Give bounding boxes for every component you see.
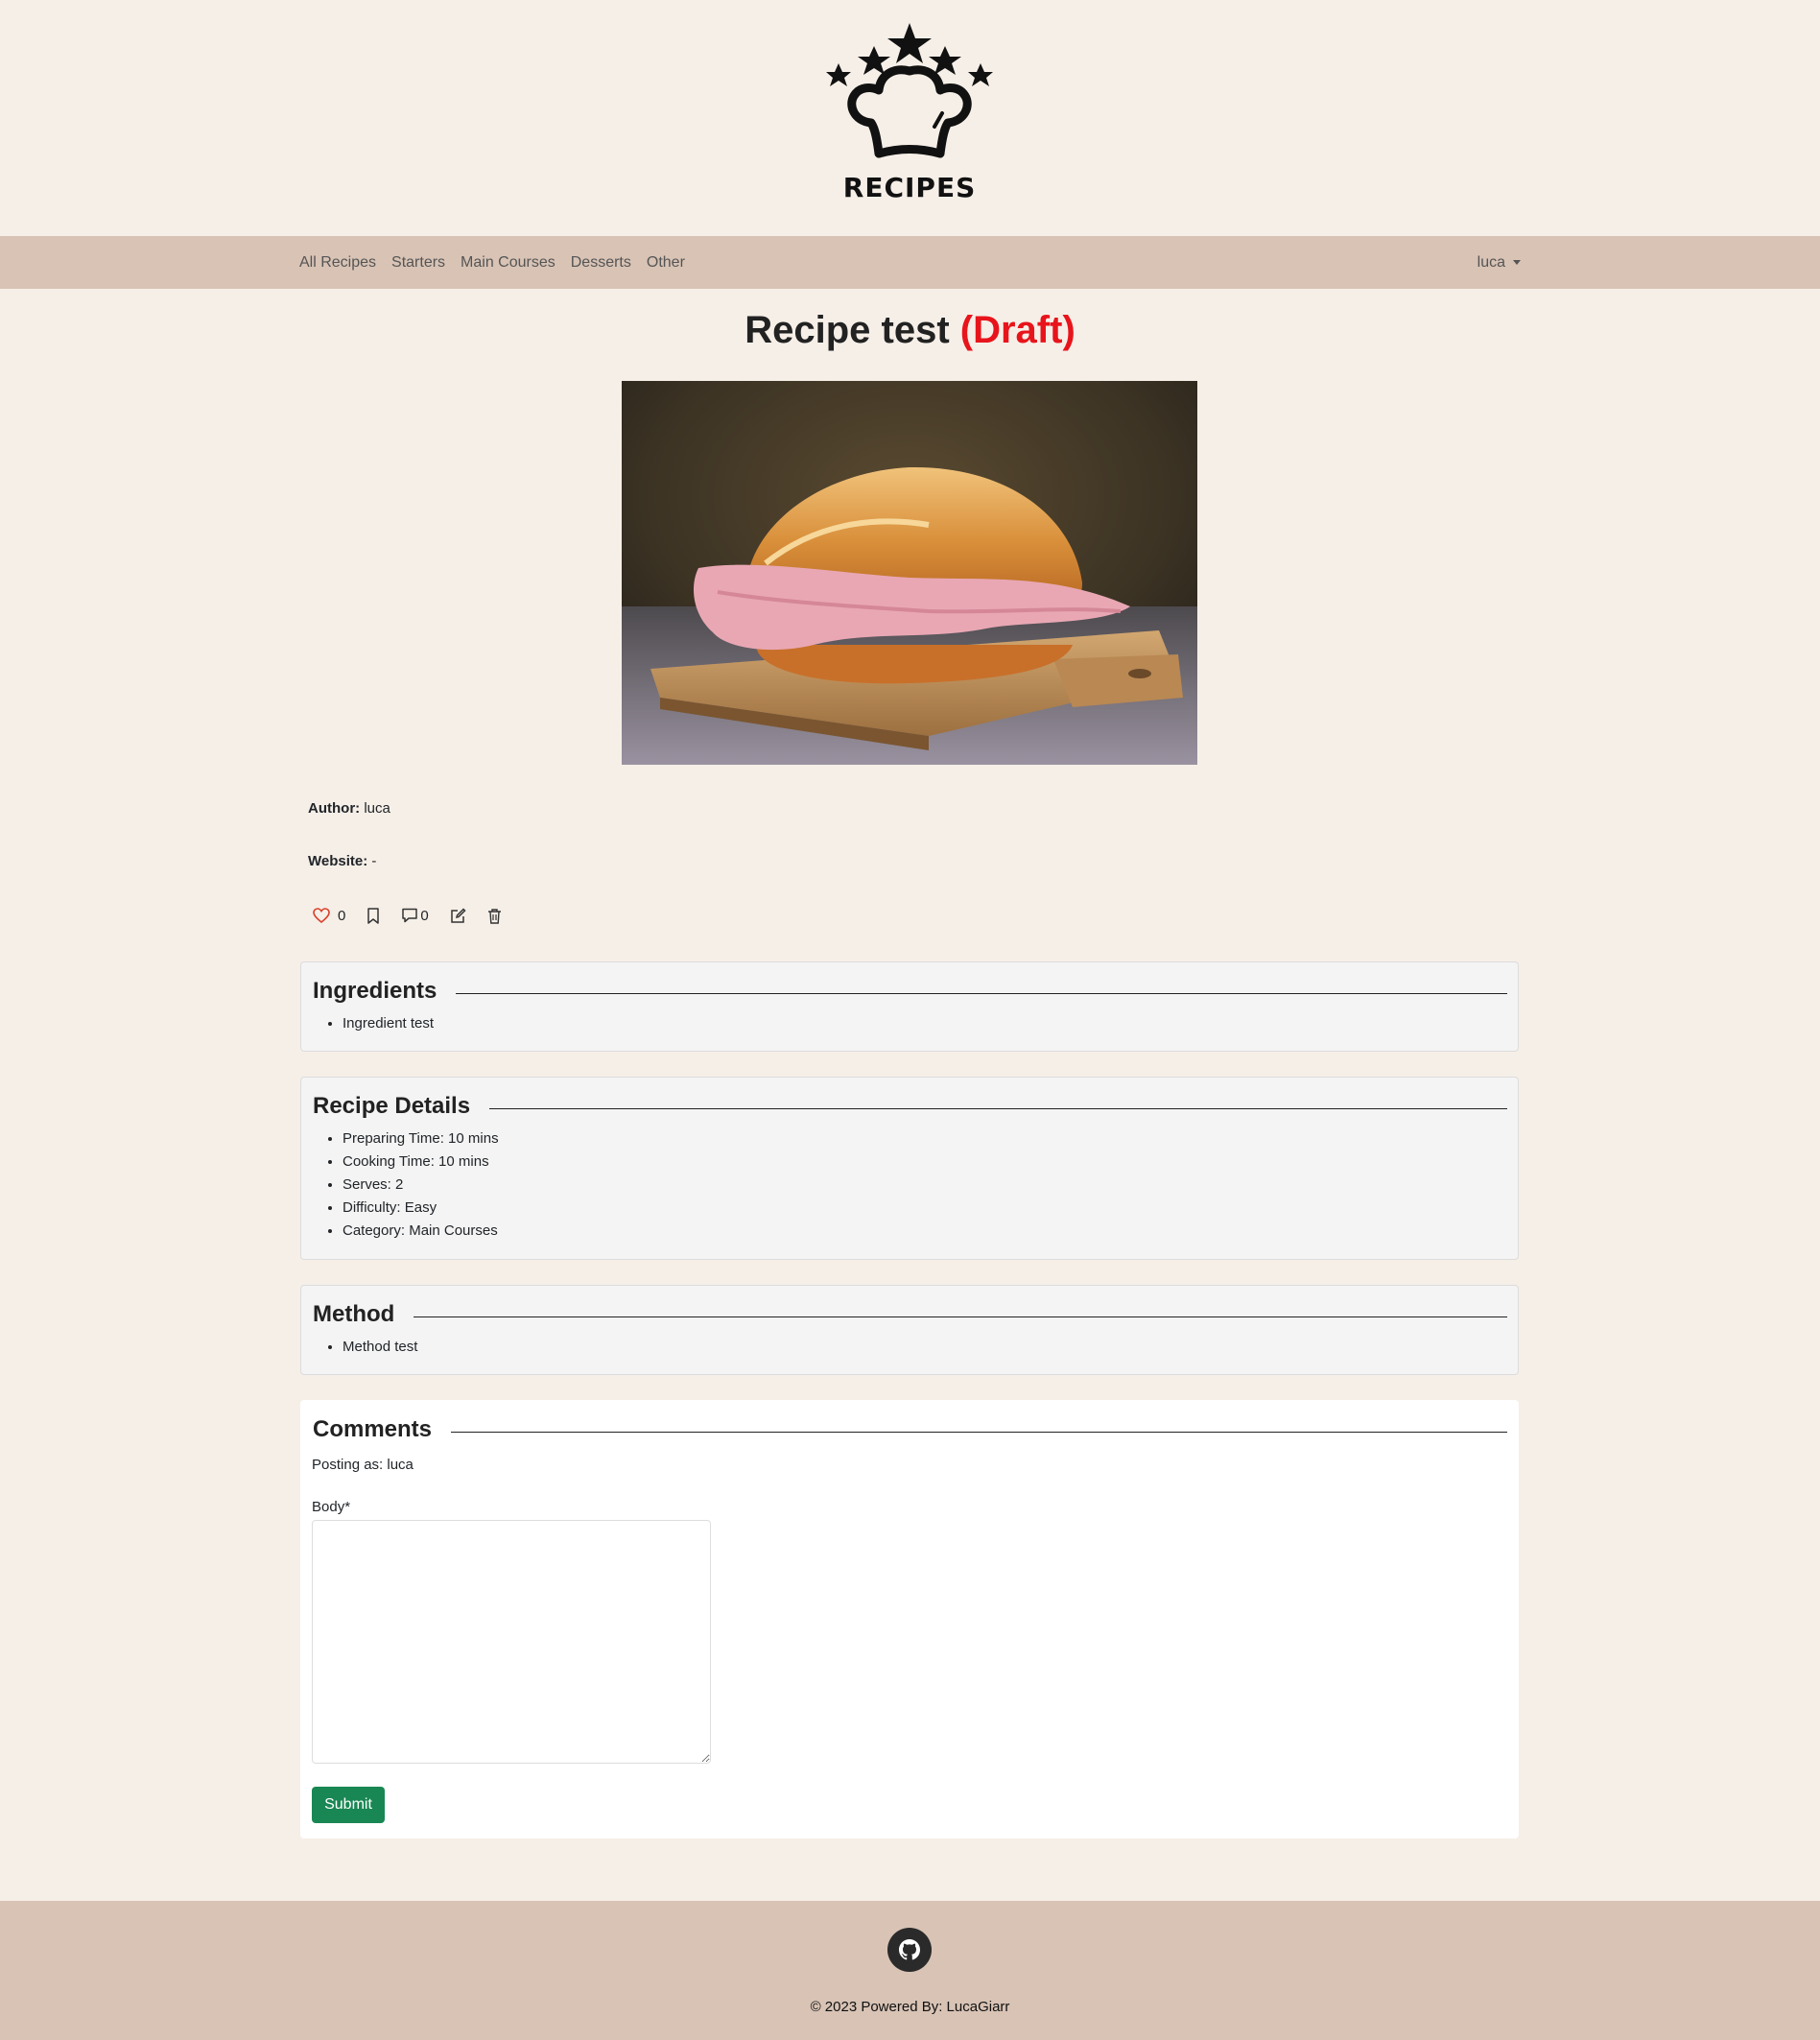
recipe-image	[622, 381, 1197, 765]
bookmark-icon	[367, 907, 380, 924]
comments-card: Comments Posting as: luca Body* Submit	[300, 1400, 1519, 1838]
nav-main-courses[interactable]: Main Courses	[461, 254, 555, 272]
comment-body-input[interactable]	[312, 1520, 711, 1764]
author-label: Author:	[308, 800, 361, 817]
author-line: Author: luca	[308, 800, 390, 817]
website-label: Website:	[308, 853, 368, 869]
method-card: Method Method test	[300, 1285, 1519, 1375]
like-count: 0	[338, 907, 346, 924]
ingredients-header: Ingredients	[313, 978, 1507, 1005]
details-card: Recipe Details Preparing Time: 10 mins C…	[300, 1077, 1519, 1260]
nav-links: All Recipes Starters Main Courses Desser…	[299, 236, 700, 289]
body-label: Body*	[312, 1499, 351, 1515]
ingredients-card: Ingredients Ingredient test	[300, 961, 1519, 1052]
method-list: Method test	[343, 1336, 417, 1359]
bookmark-button[interactable]	[366, 907, 380, 924]
caret-down-icon	[1513, 260, 1521, 265]
comments-heading: Comments	[313, 1416, 433, 1442]
logo-text: RECIPES	[842, 172, 977, 203]
github-icon	[899, 1939, 920, 1960]
nav-all-recipes[interactable]: All Recipes	[299, 254, 376, 272]
trash-icon	[487, 908, 501, 924]
comment-icon	[402, 908, 418, 923]
comment-count: 0	[420, 907, 429, 924]
ingredients-heading: Ingredients	[313, 978, 437, 1004]
footer: © 2023 Powered By: LucaGiarr	[0, 1901, 1820, 2040]
divider	[451, 1431, 1507, 1433]
nav-starters[interactable]: Starters	[391, 254, 445, 272]
recipe-actions: 0 0	[313, 904, 523, 927]
posting-as: Posting as: luca	[312, 1457, 414, 1473]
copyright: © 2023 Powered By: LucaGiarr	[810, 1999, 1010, 2015]
nav-desserts[interactable]: Desserts	[571, 254, 631, 272]
github-link[interactable]	[887, 1928, 932, 1972]
heart-icon	[313, 908, 330, 923]
header: RECIPES	[0, 0, 1820, 236]
user-dropdown[interactable]: luca	[1477, 236, 1521, 289]
author-value: luca	[364, 800, 390, 817]
recipe-title: Recipe test	[745, 309, 950, 351]
chef-hat-logo-icon	[826, 23, 993, 158]
comments-button[interactable]: 0	[401, 907, 429, 924]
details-heading: Recipe Details	[313, 1093, 471, 1119]
method-heading: Method	[313, 1301, 395, 1327]
edit-button[interactable]	[450, 907, 466, 924]
comments-header: Comments	[313, 1416, 1507, 1443]
edit-icon	[450, 907, 466, 923]
nav-other[interactable]: Other	[647, 254, 685, 272]
list-item: Preparing Time: 10 mins	[343, 1127, 499, 1150]
user-name: luca	[1477, 253, 1505, 271]
details-list: Preparing Time: 10 mins Cooking Time: 10…	[343, 1127, 499, 1243]
list-item: Difficulty: Easy	[343, 1197, 499, 1220]
website-value: -	[371, 853, 377, 869]
list-item: Ingredient test	[343, 1012, 434, 1035]
list-item: Category: Main Courses	[343, 1220, 499, 1243]
submit-button[interactable]: Submit	[312, 1787, 385, 1823]
draft-badge: (Draft)	[959, 309, 1075, 351]
ingredients-list: Ingredient test	[343, 1012, 434, 1035]
details-header: Recipe Details	[313, 1093, 1507, 1120]
method-header: Method	[313, 1301, 1507, 1328]
website-line: Website: -	[308, 853, 376, 869]
page-title: Recipe test (Draft)	[0, 309, 1820, 352]
list-item: Method test	[343, 1336, 417, 1359]
divider	[456, 992, 1507, 994]
site-logo[interactable]: RECIPES	[804, 13, 1015, 205]
divider	[489, 1107, 1507, 1109]
navbar: All Recipes Starters Main Courses Desser…	[0, 236, 1820, 289]
like-button[interactable]: 0	[313, 908, 345, 924]
delete-button[interactable]	[487, 908, 502, 924]
list-item: Serves: 2	[343, 1174, 499, 1197]
list-item: Cooking Time: 10 mins	[343, 1150, 499, 1174]
